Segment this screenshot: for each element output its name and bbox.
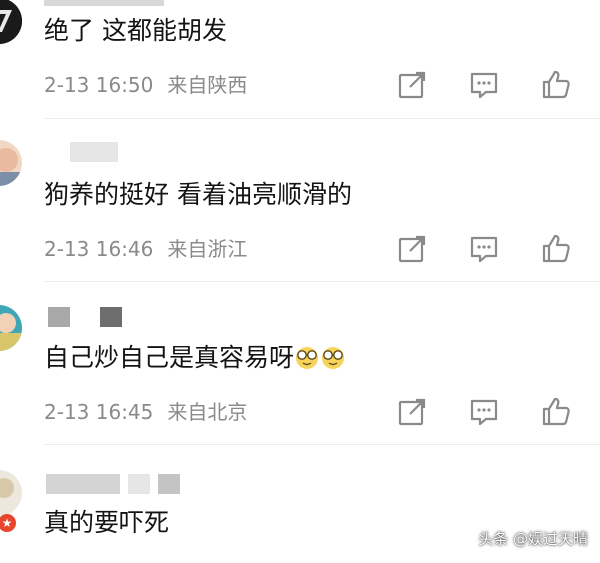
like-icon: [542, 234, 570, 263]
avatar[interactable]: [0, 140, 22, 186]
verified-badge-icon: ★: [0, 514, 16, 532]
reply-button[interactable]: [468, 396, 500, 428]
share-icon: [398, 235, 426, 263]
share-button[interactable]: [396, 396, 428, 428]
username-blurred: [48, 307, 130, 327]
like-icon: [542, 397, 570, 426]
reply-button[interactable]: [468, 69, 500, 101]
like-button[interactable]: [540, 396, 572, 428]
reply-icon: [470, 399, 498, 426]
comment-text: 绝了 这都能胡发: [44, 16, 227, 45]
comment-actions: [396, 233, 576, 265]
like-button[interactable]: [540, 233, 572, 265]
comment-meta: 2-13 16:45 来自北京: [44, 400, 247, 424]
comment-text: 狗养的挺好 看着油亮顺滑的: [44, 180, 352, 209]
avatar-image: [0, 0, 22, 44]
comment-text-body: 自己炒自己是真容易呀: [44, 343, 295, 372]
comment-actions: [396, 69, 576, 101]
watermark: 头条 @娱过天晴: [478, 530, 588, 548]
comment-actions: [396, 396, 576, 428]
share-icon: [398, 71, 426, 99]
like-icon: [542, 70, 570, 99]
comment-location: 来自北京: [167, 400, 248, 424]
avatar-image: [0, 470, 22, 516]
comment-location: 来自浙江: [167, 237, 248, 261]
avatar[interactable]: [0, 0, 22, 44]
avatar[interactable]: [0, 470, 22, 516]
glasses-face-emoji: [322, 347, 345, 369]
username-blurred: [46, 474, 188, 494]
share-button[interactable]: [396, 233, 428, 265]
divider: [44, 281, 600, 282]
comment-time: 2-13 16:46: [44, 237, 154, 261]
glasses-face-emoji: [296, 347, 319, 369]
username-blurred: [70, 142, 126, 162]
username-blurred: [44, 0, 172, 6]
reply-button[interactable]: [468, 233, 500, 265]
comment-location: 来自陕西: [167, 73, 248, 97]
share-button[interactable]: [396, 69, 428, 101]
comment-time: 2-13 16:50: [44, 73, 154, 97]
divider: [44, 444, 600, 445]
comment-text: 真的要吓死: [44, 508, 170, 537]
avatar-image: [0, 305, 22, 351]
comment-meta: 2-13 16:46 来自浙江: [44, 237, 247, 261]
comment-time: 2-13 16:45: [44, 400, 154, 424]
comment-meta: 2-13 16:50 来自陕西: [44, 73, 247, 97]
avatar-image: [0, 140, 22, 186]
divider: [44, 118, 600, 119]
reply-icon: [470, 236, 498, 263]
share-icon: [398, 398, 426, 426]
reply-icon: [470, 72, 498, 99]
comment-text: 自己炒自己是真容易呀: [44, 343, 346, 373]
avatar[interactable]: [0, 305, 22, 351]
like-button[interactable]: [540, 69, 572, 101]
